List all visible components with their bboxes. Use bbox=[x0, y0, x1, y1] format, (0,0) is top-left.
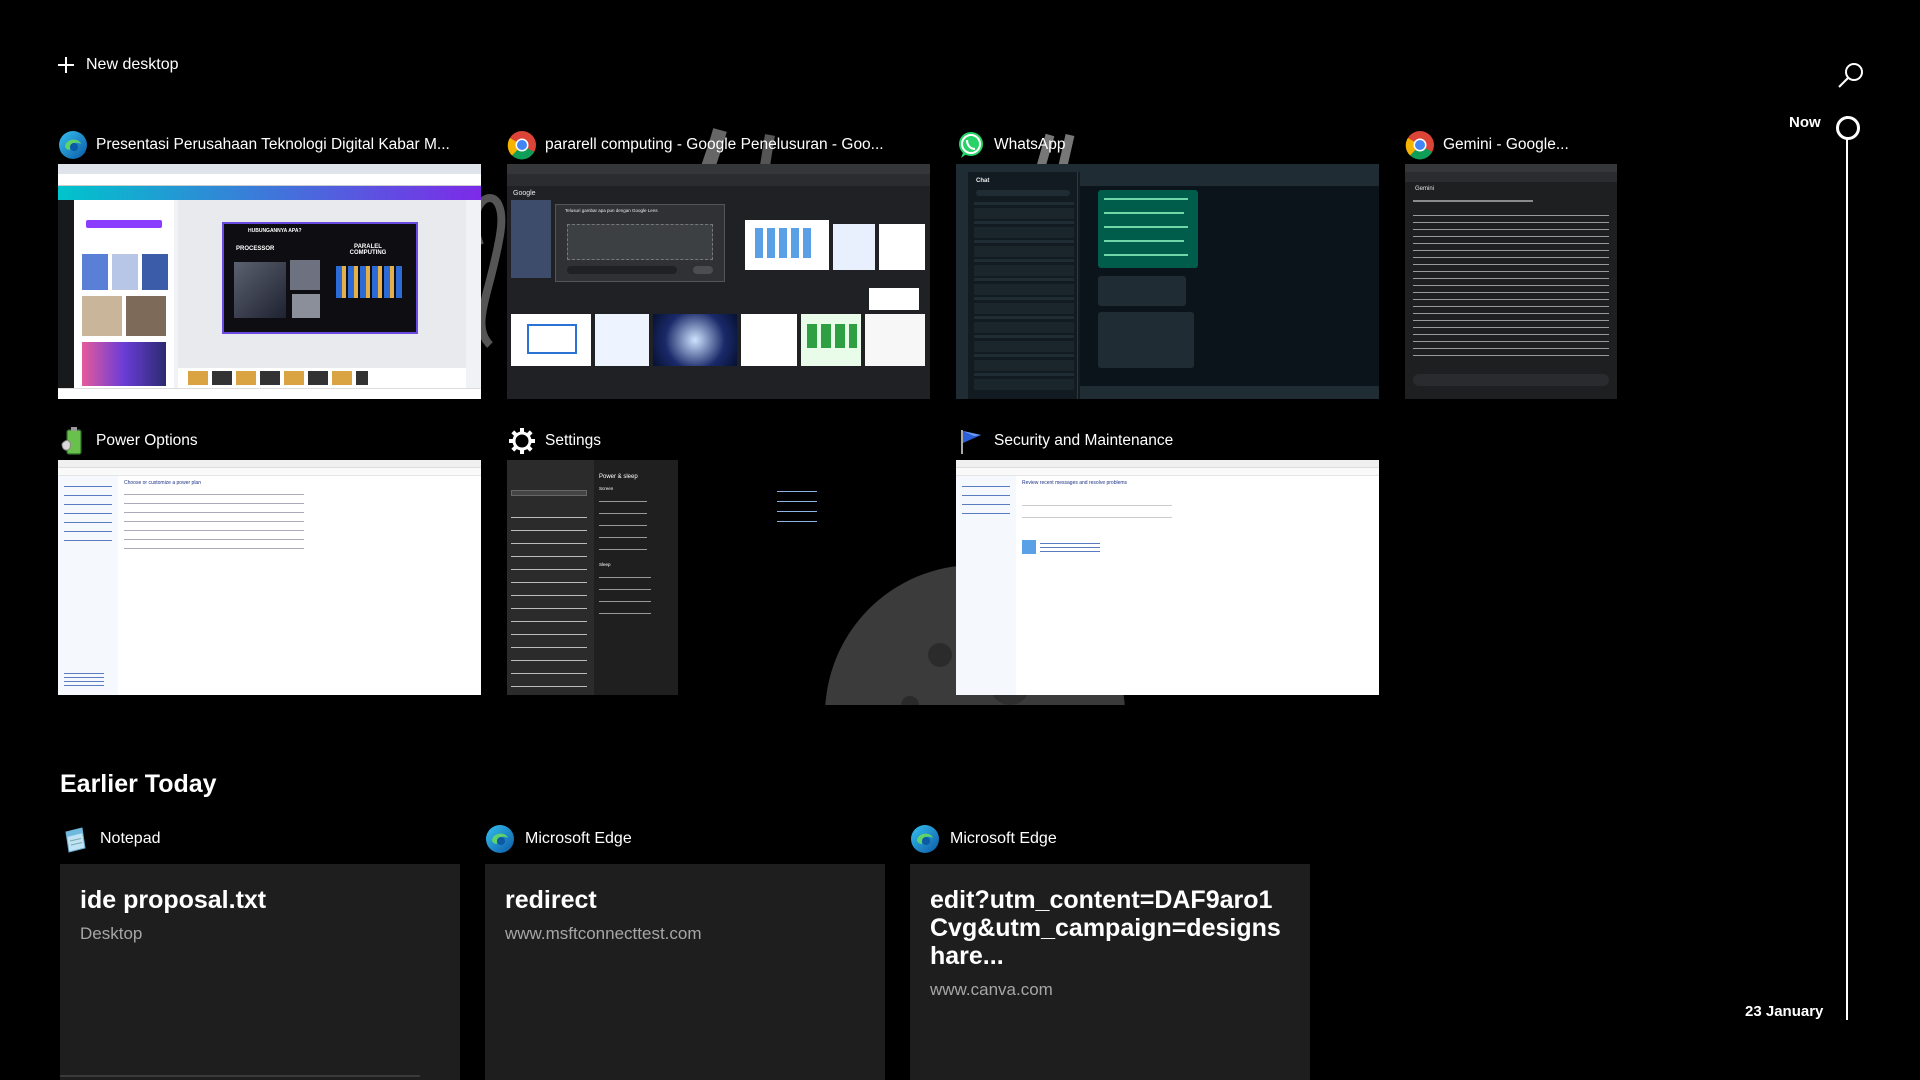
thumb-heading: Choose or customize a power plan bbox=[124, 480, 201, 486]
activity-app-name: Notepad bbox=[100, 830, 161, 847]
window-thumbnail: HUBUNGANNYA APA? PROCESSOR PARALEL COMPU… bbox=[58, 164, 481, 399]
notepad-icon bbox=[65, 827, 86, 853]
window-thumbnail: Chat bbox=[956, 164, 1379, 399]
activity-card-body[interactable]: redirect www.msftconnecttest.com bbox=[485, 864, 885, 1080]
window-settings[interactable]: Settings Power & sleep Screen Sleep bbox=[507, 424, 930, 695]
window-thumbnail: Google Telusuri gambar apa pun dengan Go… bbox=[507, 164, 930, 399]
thumb-screen-label: Screen bbox=[599, 486, 614, 491]
chrome-icon bbox=[507, 131, 536, 160]
activity-title: edit?utm_content=DAF9aro1Cvg&utm_campaig… bbox=[930, 886, 1281, 970]
activity-subtitle: www.canva.com bbox=[930, 980, 1053, 999]
plus-icon bbox=[58, 57, 74, 73]
search-icon[interactable] bbox=[1836, 60, 1866, 90]
timeline-knob[interactable] bbox=[1836, 116, 1860, 140]
thumb-heading: HUBUNGANNYA APA? bbox=[248, 228, 302, 234]
flag-icon bbox=[961, 430, 981, 454]
new-desktop-label: New desktop bbox=[86, 56, 179, 73]
thumb-heading: Gemini bbox=[1415, 186, 1435, 192]
activity-card-notepad[interactable]: Notepad ide proposal.txt Desktop bbox=[60, 822, 460, 1080]
window-security-maintenance[interactable]: Security and Maintenance Review recent m… bbox=[956, 424, 1379, 695]
thumb-heading: Review recent messages and resolve probl… bbox=[1022, 480, 1128, 486]
thumb-dialog-text: Telusuri gambar apa pun dengan Google Le… bbox=[565, 208, 658, 213]
window-title: Settings bbox=[545, 432, 602, 449]
thumb-heading: Power & sleep bbox=[599, 474, 638, 480]
activity-title: redirect bbox=[505, 886, 597, 914]
activity-subtitle: Desktop bbox=[80, 924, 143, 943]
window-title: WhatsApp bbox=[994, 136, 1066, 153]
activity-card-edge-canva[interactable]: Microsoft Edge edit?utm_content=DAF9aro1… bbox=[910, 822, 1310, 1080]
edge-icon bbox=[911, 825, 939, 853]
scroll-indicator bbox=[60, 1075, 420, 1077]
thumb-right-label: PARALEL COMPUTING bbox=[349, 244, 387, 256]
window-gemini[interactable]: Gemini - Google... Gemini bbox=[1405, 128, 1617, 399]
window-thumbnail: Power & sleep Screen Sleep bbox=[507, 460, 930, 695]
chrome-icon bbox=[1405, 131, 1434, 160]
window-title: Power Options bbox=[96, 432, 198, 449]
window-title: pararell computing - Google Penelusuran … bbox=[545, 136, 884, 153]
timeline-track[interactable] bbox=[1846, 116, 1848, 1020]
activity-app-name: Microsoft Edge bbox=[950, 830, 1057, 847]
activity-title: ide proposal.txt bbox=[80, 886, 267, 914]
activity-subtitle: www.msftconnecttest.com bbox=[505, 924, 702, 943]
gear-icon bbox=[509, 428, 535, 454]
timeline-date-label[interactable]: 23 January bbox=[1745, 1003, 1823, 1020]
thumb-heading: Google bbox=[513, 190, 536, 197]
battery-icon bbox=[61, 427, 82, 455]
window-thumbnail: Review recent messages and resolve probl… bbox=[956, 460, 1379, 695]
window-thumbnail: Choose or customize a power plan bbox=[58, 460, 481, 695]
section-heading-earlier-today: Earlier Today bbox=[60, 770, 217, 798]
new-desktop-button[interactable]: New desktop bbox=[58, 56, 179, 74]
window-google-search[interactable]: pararell computing - Google Penelusuran … bbox=[507, 128, 930, 399]
activity-card-body[interactable]: ide proposal.txt Desktop bbox=[60, 864, 460, 1080]
activity-card-edge-redirect[interactable]: Microsoft Edge redirect www.msftconnectt… bbox=[485, 822, 885, 1080]
thumb-sleep-label: Sleep bbox=[599, 562, 611, 567]
window-thumbnail: Gemini bbox=[1405, 164, 1617, 399]
window-title: Security and Maintenance bbox=[994, 432, 1174, 449]
window-title: Gemini - Google... bbox=[1443, 136, 1569, 153]
thumb-heading: Chat bbox=[976, 178, 990, 184]
activity-card-body[interactable]: edit?utm_content=DAF9aro1Cvg&utm_campaig… bbox=[910, 864, 1310, 1080]
edge-icon bbox=[486, 825, 514, 853]
window-power-options[interactable]: Power Options Choose or customize a powe… bbox=[58, 424, 481, 695]
whatsapp-icon bbox=[959, 132, 983, 158]
edge-icon bbox=[59, 131, 87, 159]
window-canva-presentation[interactable]: Presentasi Perusahaan Teknologi Digital … bbox=[58, 128, 481, 399]
window-title: Presentasi Perusahaan Teknologi Digital … bbox=[96, 136, 450, 153]
window-whatsapp[interactable]: WhatsApp Chat bbox=[956, 128, 1379, 399]
activity-app-name: Microsoft Edge bbox=[525, 830, 632, 847]
timeline-now-label[interactable]: Now bbox=[1789, 114, 1821, 131]
thumb-left-label: PROCESSOR bbox=[236, 246, 275, 252]
